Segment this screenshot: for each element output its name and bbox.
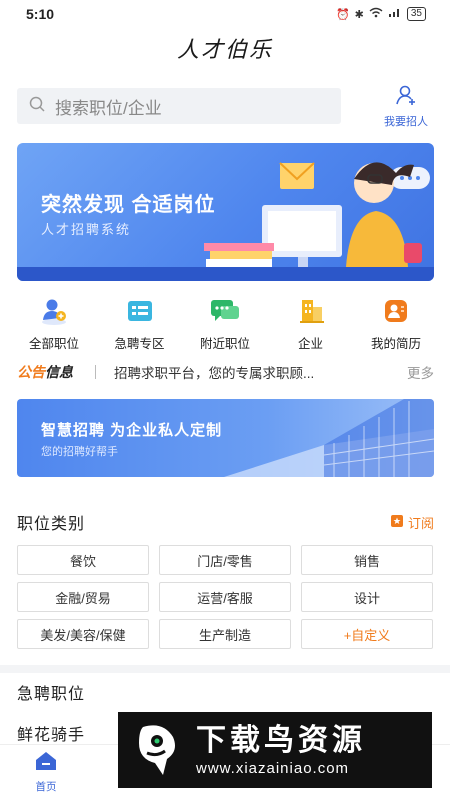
hero-banner[interactable]: 突然发现 合适岗位 人才招聘系统 <box>17 143 434 281</box>
status-time: 5:10 <box>26 6 55 22</box>
bluetooth-icon: ✱ <box>354 8 364 21</box>
category-title: 职位类别 <box>17 516 86 533</box>
tab-home-label: 首页 <box>35 781 57 793</box>
quick-nav-label: 附近职位 <box>199 337 250 351</box>
status-bar: 5:10 ⏰ ✱ 35 <box>0 0 450 28</box>
recruit-label: 我要招人 <box>384 115 428 128</box>
alarm-icon: ⏰ <box>335 8 350 21</box>
quick-nav-label: 全部职位 <box>28 337 79 351</box>
watermark-text: 下载鸟资源 www.xiazainiao.com <box>196 724 366 777</box>
search-input[interactable]: 搜索职位/企业 <box>17 88 341 124</box>
quick-nav-all-jobs[interactable]: 全部职位 <box>14 295 94 353</box>
category-chip[interactable]: 设计 <box>301 582 433 612</box>
banner-subtitle: 人才招聘系统 <box>41 222 132 237</box>
quick-nav: 全部职位 急聘专区 附近职位 企业 我的简历 <box>0 281 450 353</box>
app-title: 人才伯乐 <box>176 38 273 63</box>
watermark-overlay: 下载鸟资源 www.xiazainiao.com <box>118 712 432 788</box>
banner-illustration <box>204 162 430 267</box>
category-chip[interactable]: 门店/零售 <box>159 545 291 575</box>
banner-title: 突然发现 合适岗位 <box>41 194 216 216</box>
add-person-icon <box>395 84 417 111</box>
subscribe-label: 订阅 <box>407 515 434 531</box>
quick-nav-nearby[interactable]: 附近职位 <box>185 295 265 353</box>
search-icon <box>29 96 45 117</box>
watermark-title: 下载鸟资源 <box>196 723 366 757</box>
banner-floor <box>17 267 434 281</box>
resume-icon <box>377 295 415 327</box>
status-icons: ⏰ ✱ 35 <box>336 7 426 21</box>
building-icon <box>292 295 330 327</box>
search-placeholder: 搜索职位/企业 <box>55 98 162 118</box>
watermark-url: www.xiazainiao.com <box>196 759 350 777</box>
chat-bubble-icon <box>206 295 244 327</box>
notice-tag-text: 信息 <box>45 364 73 380</box>
tab-home[interactable]: 首页 <box>24 751 68 794</box>
notice-text: 招聘求职平台，您的专属求职顾... <box>114 366 315 381</box>
signal-icon <box>388 7 402 21</box>
urgent-jobs-title: 急聘职位 <box>17 686 86 703</box>
category-chip[interactable]: 生产制造 <box>159 619 291 649</box>
category-chip[interactable]: 美发/美容/保健 <box>17 619 149 649</box>
wifi-icon <box>369 7 383 21</box>
list-card-icon <box>121 295 159 327</box>
building-illustration <box>224 399 434 477</box>
category-chip[interactable]: 销售 <box>301 545 433 575</box>
quick-nav-label: 我的简历 <box>370 337 421 351</box>
recruit-button[interactable]: 我要招人 <box>378 84 434 129</box>
bird-logo-icon <box>130 722 186 778</box>
promo-subtitle: 您的招聘好帮手 <box>41 446 118 458</box>
quick-nav-label: 企业 <box>297 337 323 351</box>
category-chip[interactable]: 运营/客服 <box>159 582 291 612</box>
promo-banner[interactable]: 智慧招聘 为企业私人定制 您的招聘好帮手 <box>17 399 434 477</box>
notice-tag-accent: 公告 <box>17 364 45 380</box>
quick-nav-urgent[interactable]: 急聘专区 <box>100 295 180 353</box>
home-icon <box>35 751 57 776</box>
bookmark-icon <box>390 514 404 531</box>
notice-tag: 公告信息 <box>17 362 73 382</box>
notice-more-link[interactable]: 更多 <box>407 362 434 382</box>
section-divider <box>0 665 450 673</box>
category-header: 职位类别 订阅 <box>0 501 450 543</box>
notice-bar[interactable]: 公告信息 招聘求职平台，您的专属求职顾... 更多 <box>0 355 450 389</box>
quick-nav-label: 急聘专区 <box>114 337 165 351</box>
promo-title: 智慧招聘 为企业私人定制 <box>41 422 223 439</box>
category-chip[interactable]: 餐饮 <box>17 545 149 575</box>
category-grid: 餐饮 门店/零售 销售 金融/贸易 运营/客服 设计 美发/美容/保健 生产制造… <box>0 545 450 649</box>
battery-icon: 35 <box>406 7 426 21</box>
quick-nav-resume[interactable]: 我的简历 <box>356 295 436 353</box>
quick-nav-company[interactable]: 企业 <box>271 295 351 353</box>
notice-divider <box>95 365 96 379</box>
subscribe-button[interactable]: 订阅 <box>390 513 434 532</box>
category-chip[interactable]: 金融/贸易 <box>17 582 149 612</box>
custom-category-button[interactable]: +自定义 <box>301 619 433 649</box>
person-plus-icon <box>35 295 73 327</box>
search-row: 搜索职位/企业 我要招人 <box>0 82 450 130</box>
